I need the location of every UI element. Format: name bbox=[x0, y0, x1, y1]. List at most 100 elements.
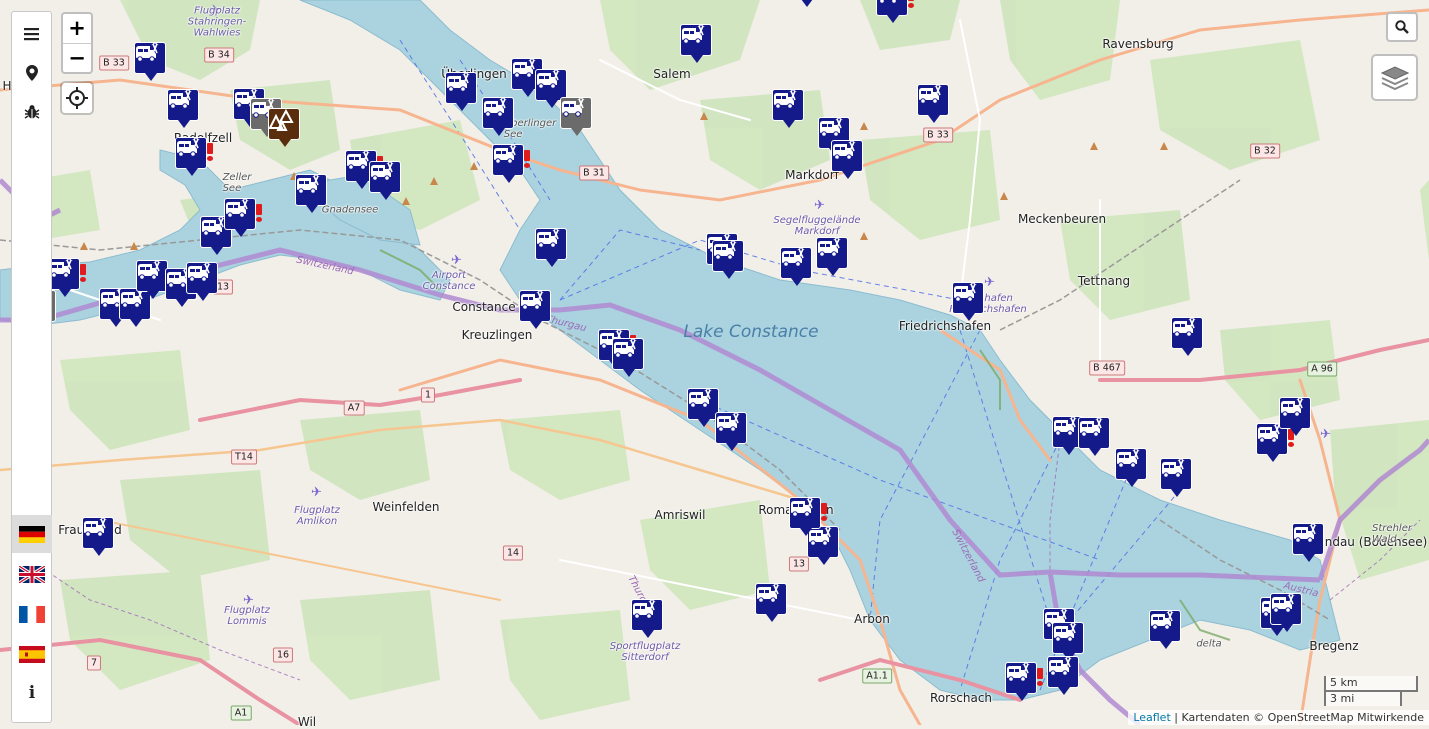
zoom-in-button[interactable]: + bbox=[63, 14, 91, 43]
camper-van-icon bbox=[1007, 662, 1030, 682]
locate-button[interactable] bbox=[62, 83, 92, 113]
search-button[interactable] bbox=[1386, 12, 1418, 42]
road-shield: B 32 bbox=[1250, 143, 1280, 159]
camper-site-marker[interactable] bbox=[1270, 593, 1302, 633]
camper-van-icon bbox=[717, 412, 740, 432]
place-label: Flugplatz Amlikon bbox=[294, 505, 340, 527]
camper-site-marker[interactable] bbox=[712, 240, 744, 280]
camper-van-icon bbox=[1151, 610, 1174, 630]
road-shield: A1 bbox=[230, 705, 252, 721]
camper-site-marker[interactable] bbox=[1115, 448, 1147, 488]
camper-van-icon bbox=[633, 599, 656, 619]
camper-site-marker[interactable] bbox=[780, 247, 812, 287]
svg-text:✈: ✈ bbox=[814, 198, 825, 213]
camper-site-marker[interactable] bbox=[492, 144, 530, 184]
camper-site-marker[interactable] bbox=[772, 89, 804, 129]
camper-site-marker[interactable] bbox=[1078, 417, 1110, 457]
info-button[interactable]: i bbox=[12, 675, 52, 711]
camper-site-marker[interactable] bbox=[755, 583, 787, 623]
place-label: Tettnang bbox=[1077, 274, 1131, 288]
camper-site-marker[interactable] bbox=[535, 228, 567, 268]
place-label: delta bbox=[1196, 638, 1222, 650]
camper-site-marker[interactable] bbox=[560, 97, 592, 137]
camper-site-marker[interactable] bbox=[295, 174, 327, 214]
road-shield: 16 bbox=[272, 647, 294, 663]
layers-button[interactable] bbox=[1371, 54, 1418, 101]
camper-site-marker[interactable] bbox=[952, 282, 984, 322]
camper-site-marker[interactable] bbox=[482, 97, 514, 137]
camper-site-marker[interactable] bbox=[136, 260, 168, 300]
attribution-text: Kartendaten © OpenStreetMap Mitwirkende bbox=[1181, 711, 1424, 724]
language-fr-button[interactable] bbox=[12, 595, 52, 633]
place-label: Zeller See bbox=[222, 172, 252, 194]
place-label: Airport Constance bbox=[422, 270, 476, 292]
camper-van-icon bbox=[757, 583, 780, 603]
bug-report-button[interactable] bbox=[12, 94, 52, 130]
language-es-button[interactable] bbox=[12, 635, 52, 673]
camper-site-marker[interactable] bbox=[186, 262, 218, 302]
camper-site-marker[interactable] bbox=[369, 161, 401, 201]
camper-van-icon bbox=[682, 24, 705, 44]
camper-van-icon bbox=[494, 144, 517, 164]
camper-site-marker[interactable] bbox=[134, 42, 166, 82]
alert-icon bbox=[524, 150, 530, 168]
camper-van-icon bbox=[1281, 397, 1304, 417]
alert-icon bbox=[80, 264, 86, 282]
camper-site-marker[interactable] bbox=[1279, 397, 1311, 437]
alert-icon bbox=[207, 143, 213, 161]
camper-site-marker[interactable] bbox=[789, 497, 827, 537]
zoom-out-button[interactable]: − bbox=[63, 43, 91, 73]
camper-site-marker[interactable] bbox=[831, 140, 863, 180]
map-pin-icon bbox=[26, 65, 38, 81]
camper-van-icon bbox=[138, 260, 161, 280]
camper-site-marker[interactable] bbox=[680, 24, 712, 64]
camper-van-icon bbox=[714, 240, 737, 260]
road-shield: 14 bbox=[502, 545, 524, 561]
camper-site-marker[interactable] bbox=[167, 89, 199, 129]
place-label: Gnadensee bbox=[321, 204, 379, 216]
camper-van-icon bbox=[782, 247, 805, 267]
camper-site-marker[interactable] bbox=[631, 599, 663, 639]
leaflet-link[interactable]: Leaflet bbox=[1133, 711, 1170, 724]
svg-text:✈: ✈ bbox=[451, 253, 462, 268]
camper-van-icon bbox=[1162, 458, 1185, 478]
location-button[interactable] bbox=[12, 55, 52, 91]
camper-site-marker[interactable] bbox=[224, 198, 262, 238]
attribution: Leaflet | Kartendaten © OpenStreetMap Mi… bbox=[1128, 710, 1429, 725]
camper-site-marker[interactable] bbox=[715, 412, 747, 452]
map-canvas[interactable]: ✈ ✈ ✈ ✈ ✈ ✈ ✈ Lake Constance RavensburgÜ… bbox=[0, 0, 1429, 729]
scale-bar: 5 km 3 mi bbox=[1324, 676, 1418, 706]
attribution-separator: | bbox=[1170, 711, 1182, 724]
place-label: Flugplatz Stahringen- Wahlwies bbox=[187, 5, 247, 39]
campsite-marker[interactable] bbox=[268, 108, 300, 148]
camper-site-marker[interactable] bbox=[612, 338, 644, 378]
camper-site-marker[interactable] bbox=[1005, 662, 1043, 702]
camper-van-icon bbox=[689, 388, 712, 408]
road-shield: 7 bbox=[86, 655, 102, 671]
camper-van-icon bbox=[484, 97, 507, 117]
menu-button[interactable] bbox=[12, 16, 52, 52]
camper-site-marker[interactable] bbox=[519, 290, 551, 330]
camper-site-marker[interactable] bbox=[876, 0, 914, 24]
language-de-button[interactable] bbox=[12, 515, 52, 553]
alert-icon bbox=[1037, 668, 1043, 686]
camper-site-marker[interactable] bbox=[790, 0, 822, 8]
place-label: Kreuzlingen bbox=[461, 328, 533, 342]
uk-flag-icon bbox=[19, 565, 45, 583]
camper-site-marker[interactable] bbox=[1149, 610, 1181, 650]
crosshair-icon bbox=[66, 87, 88, 109]
camper-site-marker[interactable] bbox=[82, 517, 114, 557]
camper-site-marker[interactable] bbox=[1292, 523, 1324, 563]
camper-site-marker[interactable] bbox=[1160, 458, 1192, 498]
camper-site-marker[interactable] bbox=[175, 137, 213, 177]
camper-site-marker[interactable] bbox=[816, 237, 848, 277]
road-shield: T14 bbox=[231, 449, 257, 465]
language-en-button[interactable] bbox=[12, 555, 52, 593]
camper-site-marker[interactable] bbox=[917, 84, 949, 124]
camper-van-icon bbox=[136, 42, 159, 62]
place-label: Salem bbox=[653, 67, 691, 81]
camper-site-marker[interactable] bbox=[1171, 317, 1203, 357]
camper-site-marker[interactable] bbox=[445, 72, 477, 112]
camper-site-marker[interactable] bbox=[1047, 656, 1079, 696]
camper-van-icon bbox=[1272, 593, 1295, 613]
